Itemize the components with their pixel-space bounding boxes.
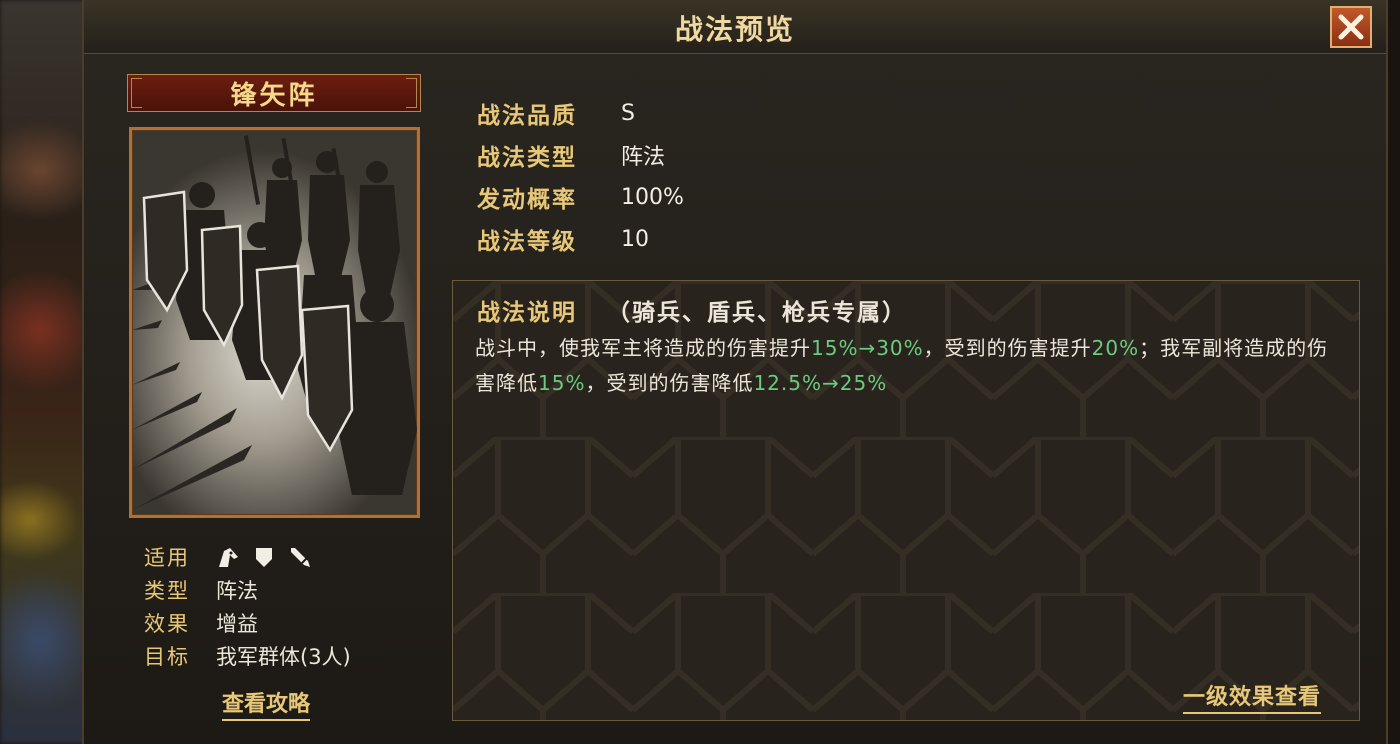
type-label: 类型	[144, 578, 190, 603]
background-scene	[0, 0, 90, 744]
stat-row-quality: 战法品质 S	[477, 92, 684, 134]
desc-highlight-4: 12.5%→25%	[753, 371, 888, 395]
desc-part-4: ，受到的伤害降低	[585, 371, 754, 395]
applicable-unit-icons	[216, 545, 312, 569]
desc-part-1: 战斗中，使我军主将造成的伤害提升	[475, 336, 811, 360]
skill-card-art	[129, 127, 420, 518]
effect-label: 效果	[144, 611, 190, 636]
skill-name: 锋矢阵	[230, 80, 318, 111]
category-label: 战法类型	[477, 145, 577, 171]
desc-highlight-2: 20%	[1091, 336, 1140, 360]
title-bar: 战法预览	[84, 0, 1386, 54]
cavalry-icon	[216, 545, 240, 569]
level-one-effect-link[interactable]: 一级效果查看	[1182, 679, 1321, 714]
info-row-applicable: 适用	[144, 540, 351, 573]
skill-preview-dialog: 战法预览 锋矢阵 适用 类型 阵法 效果 增益 目标 我军群体(3人) 查看攻略…	[82, 0, 1388, 744]
type-value: 阵法	[216, 578, 258, 603]
skill-stats: 战法品质 S 战法类型 阵法 发动概率 100% 战法等级 10	[477, 92, 684, 260]
description-panel: 战法说明 （骑兵、盾兵、枪兵专属） 战斗中，使我军主将造成的伤害提升15%→30…	[452, 280, 1360, 721]
close-button[interactable]	[1330, 6, 1372, 48]
stat-row-level: 战法等级 10	[477, 218, 684, 260]
desc-highlight-3: 15%	[538, 371, 586, 395]
applicable-label: 适用	[144, 545, 190, 570]
rate-value: 100%	[621, 184, 684, 210]
target-value: 我军群体(3人)	[216, 644, 351, 669]
description-header: 战法说明 （骑兵、盾兵、枪兵专属）	[477, 293, 907, 327]
description-text: 战斗中，使我军主将造成的伤害提升15%→30%，受到的伤害提升20%；我军副将造…	[475, 331, 1345, 401]
category-value: 阵法	[621, 145, 666, 170]
desc-part-2: ，受到的伤害提升	[923, 336, 1092, 360]
level-value: 10	[621, 226, 649, 252]
rate-label: 发动概率	[477, 187, 577, 213]
level-label: 战法等级	[477, 229, 577, 255]
info-row-effect: 效果 增益	[144, 606, 351, 639]
skill-info-list: 适用 类型 阵法 效果 增益 目标 我军群体(3人)	[144, 540, 351, 672]
spear-icon	[288, 545, 312, 569]
effect-value: 增益	[216, 611, 258, 636]
shield-icon	[252, 545, 276, 569]
target-label: 目标	[144, 644, 190, 669]
quality-value: S	[621, 100, 635, 126]
stat-row-rate: 发动概率 100%	[477, 176, 684, 218]
description-scope: （骑兵、盾兵、枪兵专属）	[607, 300, 907, 326]
info-row-target: 目标 我军群体(3人)	[144, 639, 351, 672]
description-title: 战法说明	[477, 300, 577, 326]
dialog-title: 战法预览	[674, 13, 795, 46]
quality-label: 战法品质	[477, 103, 577, 129]
skill-name-plate: 锋矢阵	[127, 74, 421, 112]
stat-row-category: 战法类型 阵法	[477, 134, 684, 176]
view-guide-link[interactable]: 查看攻略	[222, 686, 311, 721]
close-icon	[1338, 14, 1364, 40]
info-row-type: 类型 阵法	[144, 573, 351, 606]
desc-highlight-1: 15%→30%	[811, 336, 924, 360]
